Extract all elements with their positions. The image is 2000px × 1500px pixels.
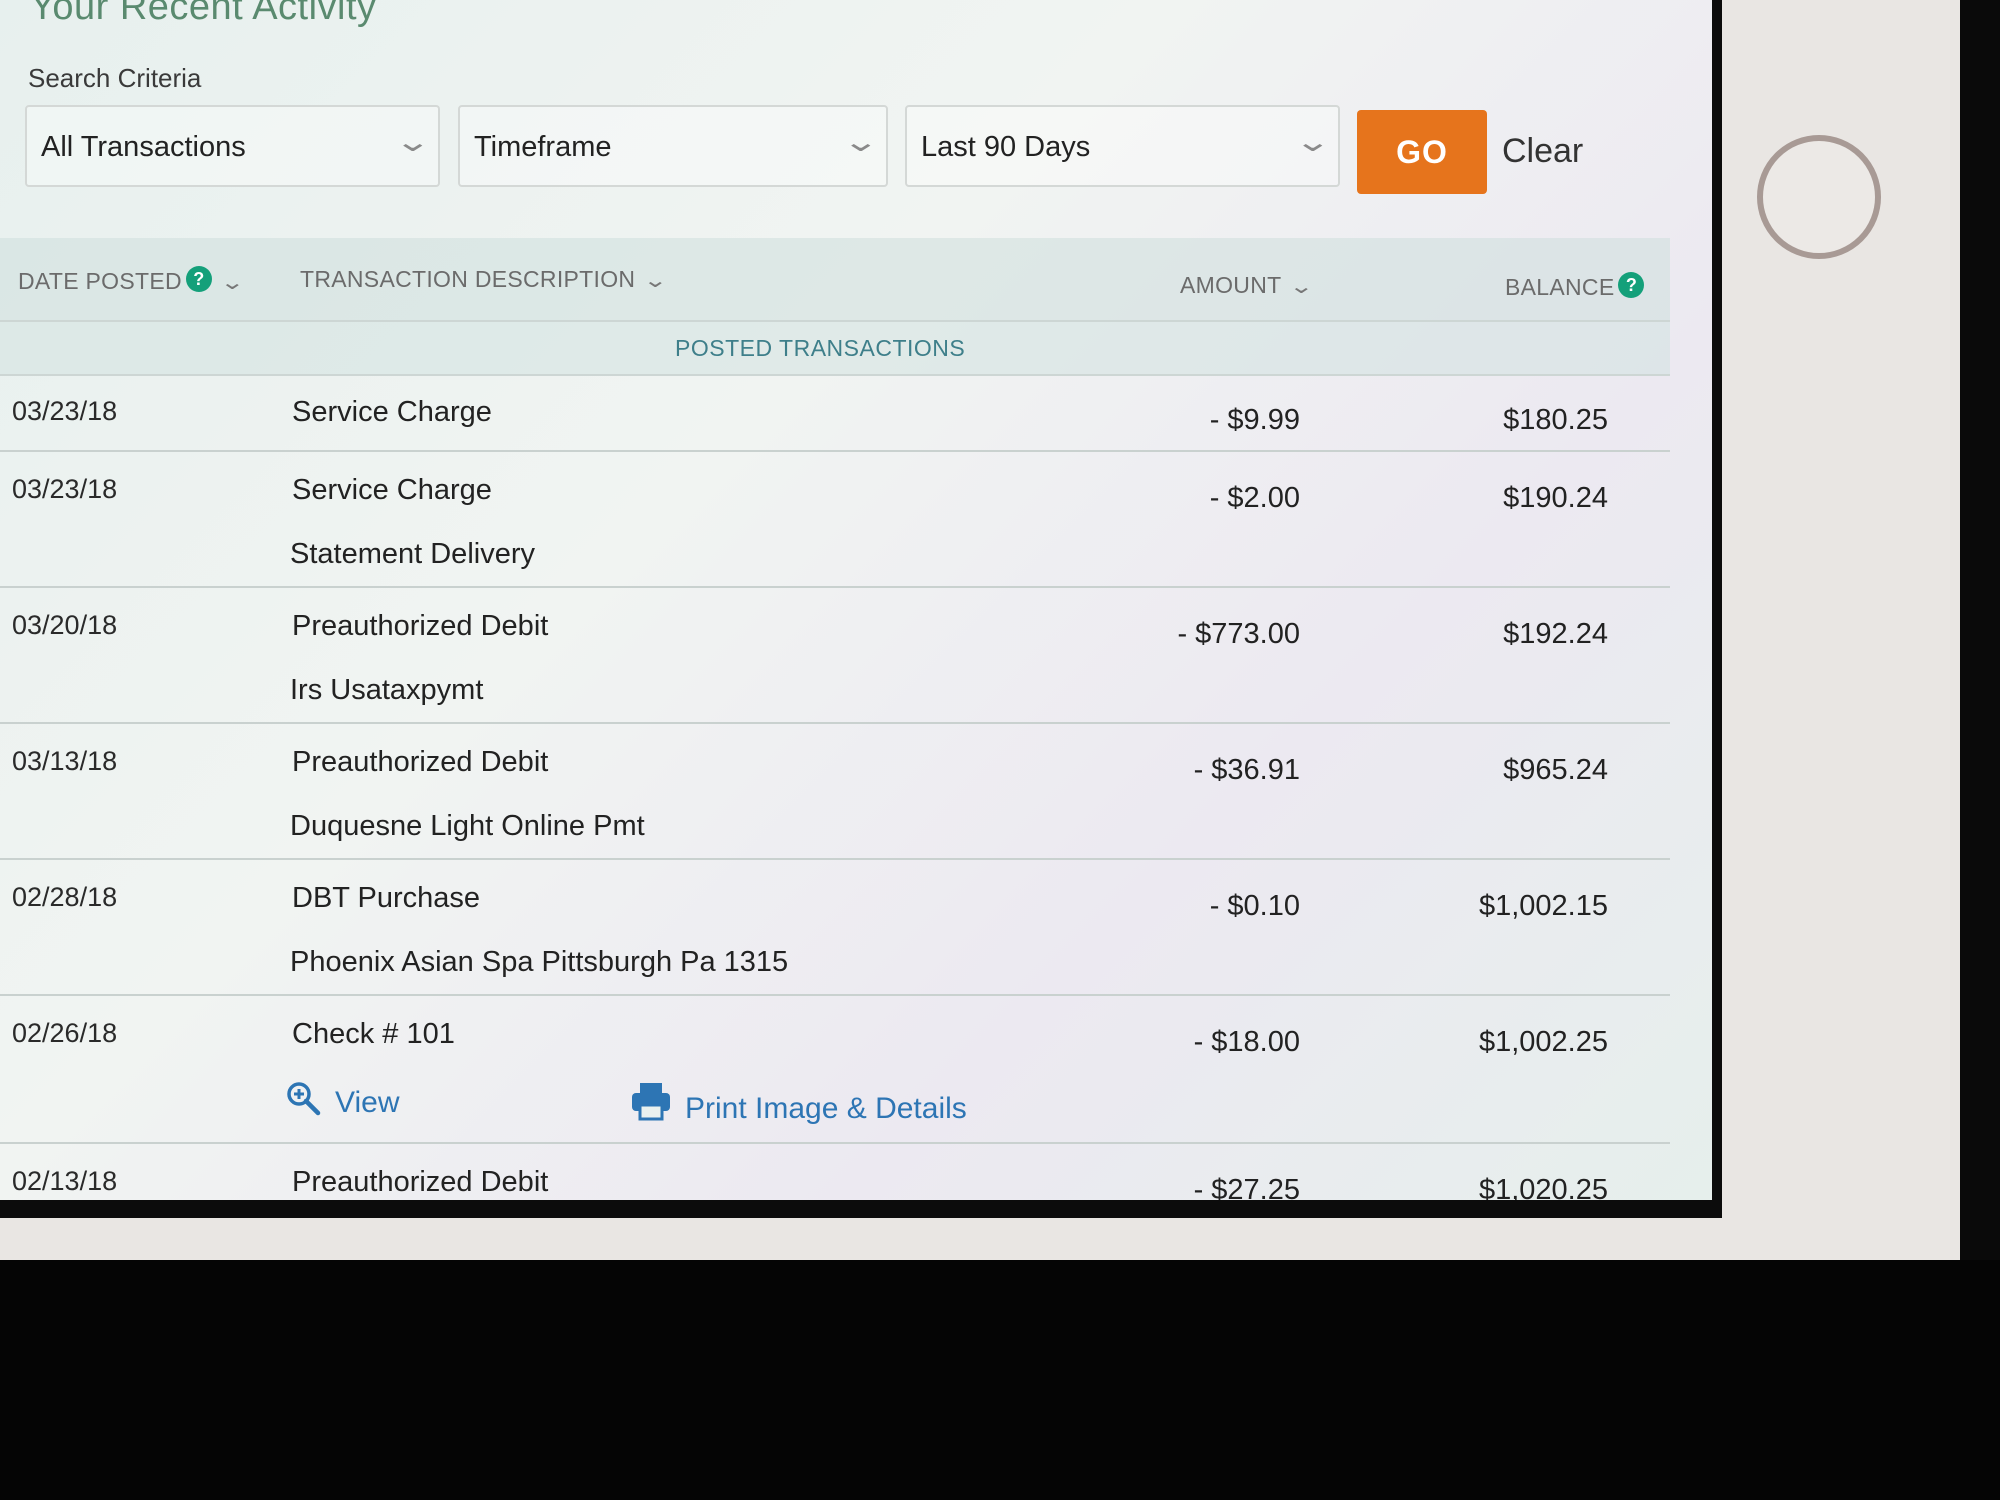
row-description: Preauthorized Debit: [292, 610, 549, 642]
column-description-label: TRANSACTION DESCRIPTION: [300, 266, 636, 292]
print-image-details-label: Print Image & Details: [685, 1092, 967, 1125]
row-amount: - $18.00: [1193, 1026, 1300, 1058]
row-description: Check # 101: [292, 1018, 455, 1050]
row-description-detail: Phoenix Asian Spa Pittsburgh Pa 1315: [290, 946, 789, 978]
row-description-detail: Irs Usataxpymt: [290, 674, 484, 706]
row-balance: $965.24: [1503, 754, 1608, 786]
row-amount: - $36.91: [1193, 754, 1300, 786]
row-date: 03/23/18: [12, 396, 118, 426]
date-range-select[interactable]: Last 90 Days ⌄: [905, 105, 1340, 187]
posted-transactions-label: POSTED TRANSACTIONS: [675, 335, 966, 361]
page-title: Your Recent Activity: [30, 0, 377, 28]
row-balance: $1,020.25: [1478, 1174, 1608, 1200]
row-date: 02/26/18: [12, 1018, 118, 1048]
table-row[interactable]: 03/23/18 Service Charge - $9.99 $180.25: [0, 374, 1670, 452]
chevron-down-icon: ⌄: [1289, 276, 1315, 298]
column-date-posted[interactable]: DATE POSTED? ⌄: [18, 266, 245, 295]
transaction-list: 03/23/18 Service Charge - $9.99 $180.25 …: [0, 374, 1670, 1200]
screen: Your Recent Activity Search Criteria All…: [0, 0, 1712, 1200]
check-actions: View Print Image & Details: [285, 1082, 1285, 1136]
table-row[interactable]: 03/23/18 Service Charge Statement Delive…: [0, 452, 1670, 588]
table-row[interactable]: 02/13/18 Preauthorized Debit - $27.25 $1…: [0, 1144, 1670, 1200]
row-amount: - $9.99: [1209, 404, 1300, 436]
column-amount[interactable]: AMOUNT ⌄: [1180, 272, 1314, 299]
transaction-type-value: All Transactions: [41, 131, 246, 163]
row-balance: $192.24: [1503, 618, 1608, 650]
row-description-detail: Statement Delivery: [290, 538, 535, 570]
go-button[interactable]: GO: [1357, 110, 1487, 194]
row-date: 02/28/18: [12, 882, 118, 912]
column-date-posted-label: DATE POSTED: [18, 268, 182, 294]
table-row[interactable]: 03/20/18 Preauthorized Debit Irs Usataxp…: [0, 588, 1670, 724]
posted-transactions-band: POSTED TRANSACTIONS: [0, 320, 1670, 376]
transaction-type-select[interactable]: All Transactions ⌄: [25, 105, 440, 187]
screen-bezel: Your Recent Activity Search Criteria All…: [0, 0, 1722, 1218]
help-icon[interactable]: ?: [185, 266, 212, 292]
date-range-value: Last 90 Days: [921, 131, 1091, 163]
row-amount: - $27.25: [1193, 1174, 1300, 1200]
dark-background: [0, 1260, 2000, 1500]
chevron-down-icon: ⌄: [393, 126, 432, 157]
row-description: Service Charge: [292, 474, 492, 506]
help-icon[interactable]: ?: [1618, 272, 1645, 298]
row-balance: $190.24: [1503, 482, 1608, 514]
magnify-plus-icon: [287, 1082, 321, 1116]
row-amount: - $2.00: [1209, 482, 1300, 514]
clear-link[interactable]: Clear: [1502, 132, 1583, 171]
table-row[interactable]: 03/13/18 Preauthorized Debit Duquesne Li…: [0, 724, 1670, 860]
column-balance-label: BALANCE: [1505, 274, 1615, 300]
row-date: 02/13/18: [12, 1166, 118, 1196]
view-check-label: View: [335, 1086, 400, 1119]
column-amount-label: AMOUNT: [1180, 272, 1282, 298]
row-description-detail: Duquesne Light Online Pmt: [290, 810, 645, 842]
row-description: Service Charge: [292, 396, 492, 428]
chevron-down-icon: ⌄: [841, 126, 880, 157]
column-transaction-description[interactable]: TRANSACTION DESCRIPTION ⌄: [300, 266, 668, 293]
timeframe-select[interactable]: Timeframe ⌄: [458, 105, 888, 187]
table-row[interactable]: 02/26/18 Check # 101 - $18.00 $1,002.25 …: [0, 996, 1670, 1144]
row-description: DBT Purchase: [292, 882, 481, 914]
chevron-down-icon: ⌄: [643, 270, 669, 292]
table-header: DATE POSTED? ⌄ TRANSACTION DESCRIPTION ⌄ A…: [0, 238, 1670, 320]
row-description: Preauthorized Debit: [292, 1166, 549, 1198]
row-amount: - $773.00: [1177, 618, 1300, 650]
chevron-down-icon: ⌄: [219, 272, 246, 294]
home-button[interactable]: [1757, 135, 1881, 259]
row-balance: $1,002.25: [1478, 1026, 1608, 1058]
row-balance: $1,002.15: [1478, 890, 1608, 922]
chevron-down-icon: ⌄: [1293, 126, 1332, 157]
search-criteria-label: Search Criteria: [28, 63, 202, 93]
row-date: 03/20/18: [12, 610, 118, 640]
row-date: 03/13/18: [12, 746, 118, 776]
row-date: 03/23/18: [12, 474, 118, 504]
table-row[interactable]: 02/28/18 DBT Purchase Phoenix Asian Spa …: [0, 860, 1670, 996]
row-amount: - $0.10: [1209, 890, 1300, 922]
row-balance: $180.25: [1503, 404, 1608, 436]
row-description: Preauthorized Debit: [292, 746, 549, 778]
printer-icon: [632, 1083, 670, 1121]
timeframe-value: Timeframe: [474, 131, 612, 163]
column-balance[interactable]: BALANCE?: [1505, 272, 1645, 301]
